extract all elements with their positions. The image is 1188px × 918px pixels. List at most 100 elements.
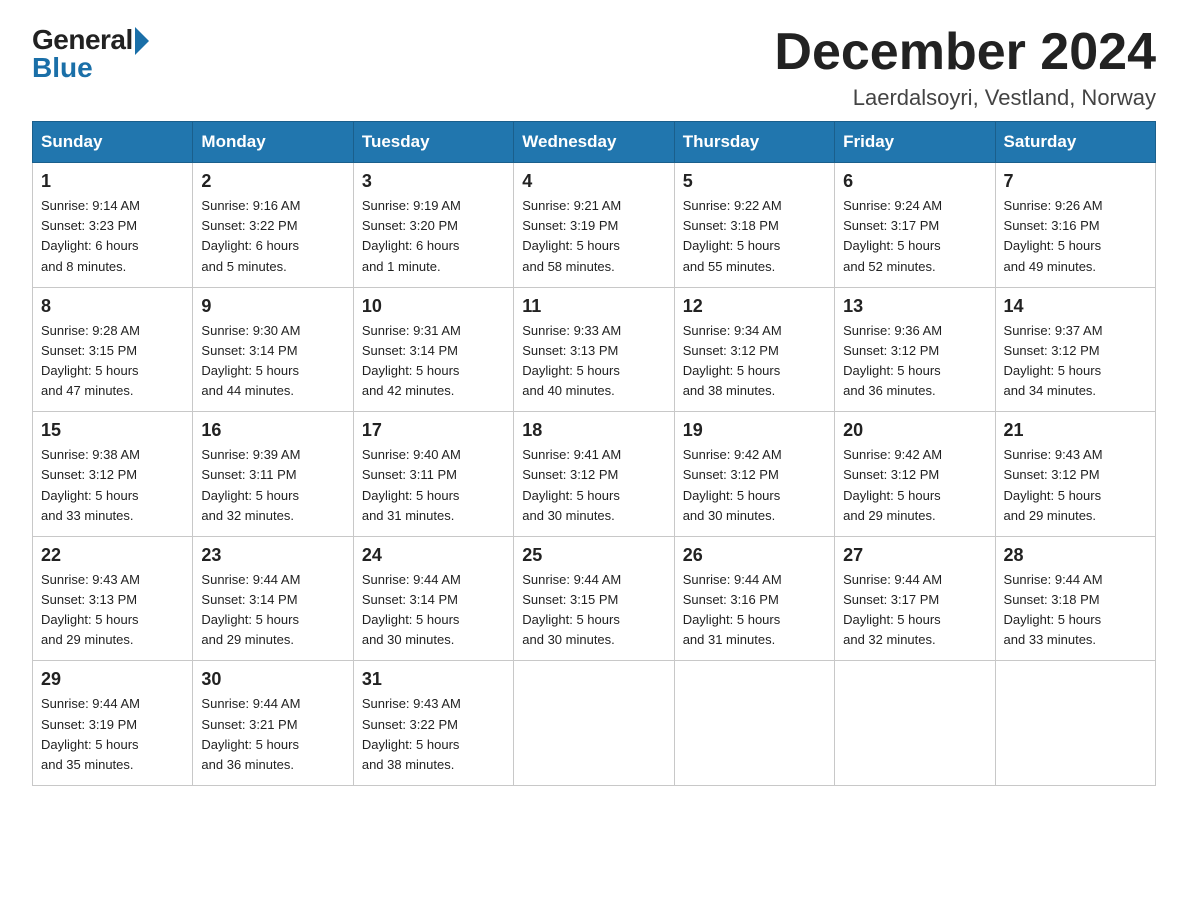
title-block: December 2024 Laerdalsoyri, Vestland, No… [774, 24, 1156, 111]
calendar-cell: 23 Sunrise: 9:44 AMSunset: 3:14 PMDayligh… [193, 536, 353, 661]
cell-date-number: 6 [843, 171, 986, 192]
cell-date-number: 13 [843, 296, 986, 317]
cell-date-number: 27 [843, 545, 986, 566]
cell-date-number: 14 [1004, 296, 1147, 317]
cell-sun-info: Sunrise: 9:43 AMSunset: 3:22 PMDaylight:… [362, 694, 505, 775]
calendar-cell: 13 Sunrise: 9:36 AMSunset: 3:12 PMDayligh… [835, 287, 995, 412]
calendar-table: SundayMondayTuesdayWednesdayThursdayFrid… [32, 121, 1156, 786]
calendar-cell: 31 Sunrise: 9:43 AMSunset: 3:22 PMDayligh… [353, 661, 513, 786]
cell-date-number: 21 [1004, 420, 1147, 441]
page-header: General Blue December 2024 Laerdalsoyri,… [32, 24, 1156, 111]
cell-sun-info: Sunrise: 9:40 AMSunset: 3:11 PMDaylight:… [362, 445, 505, 526]
cell-date-number: 28 [1004, 545, 1147, 566]
calendar-cell [995, 661, 1155, 786]
calendar-cell: 6 Sunrise: 9:24 AMSunset: 3:17 PMDaylight… [835, 163, 995, 288]
cell-sun-info: Sunrise: 9:21 AMSunset: 3:19 PMDaylight:… [522, 196, 665, 277]
cell-date-number: 15 [41, 420, 184, 441]
calendar-cell: 17 Sunrise: 9:40 AMSunset: 3:11 PMDayligh… [353, 412, 513, 537]
cell-date-number: 23 [201, 545, 344, 566]
calendar-cell [514, 661, 674, 786]
cell-sun-info: Sunrise: 9:22 AMSunset: 3:18 PMDaylight:… [683, 196, 826, 277]
cell-date-number: 4 [522, 171, 665, 192]
calendar-cell: 11 Sunrise: 9:33 AMSunset: 3:13 PMDayligh… [514, 287, 674, 412]
calendar-week-1: 1 Sunrise: 9:14 AMSunset: 3:23 PMDaylight… [33, 163, 1156, 288]
cell-date-number: 29 [41, 669, 184, 690]
cell-sun-info: Sunrise: 9:38 AMSunset: 3:12 PMDaylight:… [41, 445, 184, 526]
cell-sun-info: Sunrise: 9:16 AMSunset: 3:22 PMDaylight:… [201, 196, 344, 277]
cell-sun-info: Sunrise: 9:44 AMSunset: 3:14 PMDaylight:… [201, 570, 344, 651]
calendar-cell: 8Sunrise: 9:28 AMSunset: 3:15 PMDaylight… [33, 287, 193, 412]
cell-date-number: 25 [522, 545, 665, 566]
calendar-cell: 12Sunrise: 9:34 AMSunset: 3:12 PMDayligh… [674, 287, 834, 412]
cell-sun-info: Sunrise: 9:43 AMSunset: 3:13 PMDaylight:… [41, 570, 184, 651]
cell-sun-info: Sunrise: 9:14 AMSunset: 3:23 PMDaylight:… [41, 196, 184, 277]
calendar-cell: 3 Sunrise: 9:19 AMSunset: 3:20 PMDaylight… [353, 163, 513, 288]
cell-sun-info: Sunrise: 9:44 AMSunset: 3:19 PMDaylight:… [41, 694, 184, 775]
calendar-header-row: SundayMondayTuesdayWednesdayThursdayFrid… [33, 122, 1156, 163]
cell-sun-info: Sunrise: 9:42 AMSunset: 3:12 PMDaylight:… [843, 445, 986, 526]
cell-date-number: 10 [362, 296, 505, 317]
cell-sun-info: Sunrise: 9:36 AMSunset: 3:12 PMDaylight:… [843, 321, 986, 402]
calendar-cell: 28 Sunrise: 9:44 AMSunset: 3:18 PMDayligh… [995, 536, 1155, 661]
calendar-week-3: 15 Sunrise: 9:38 AMSunset: 3:12 PMDayligh… [33, 412, 1156, 537]
cell-date-number: 11 [522, 296, 665, 317]
calendar-cell: 5 Sunrise: 9:22 AMSunset: 3:18 PMDaylight… [674, 163, 834, 288]
calendar-cell [835, 661, 995, 786]
logo-arrow-icon [135, 27, 149, 55]
calendar-cell: 2 Sunrise: 9:16 AMSunset: 3:22 PMDaylight… [193, 163, 353, 288]
cell-date-number: 2 [201, 171, 344, 192]
calendar-cell: 19 Sunrise: 9:42 AMSunset: 3:12 PMDayligh… [674, 412, 834, 537]
cell-sun-info: Sunrise: 9:44 AMSunset: 3:21 PMDaylight:… [201, 694, 344, 775]
calendar-cell: 4 Sunrise: 9:21 AMSunset: 3:19 PMDaylight… [514, 163, 674, 288]
cell-sun-info: Sunrise: 9:24 AMSunset: 3:17 PMDaylight:… [843, 196, 986, 277]
cell-date-number: 16 [201, 420, 344, 441]
calendar-cell: 29 Sunrise: 9:44 AMSunset: 3:19 PMDayligh… [33, 661, 193, 786]
calendar-cell: 26 Sunrise: 9:44 AMSunset: 3:16 PMDayligh… [674, 536, 834, 661]
cell-sun-info: Sunrise: 9:44 AMSunset: 3:18 PMDaylight:… [1004, 570, 1147, 651]
calendar-week-4: 22Sunrise: 9:43 AMSunset: 3:13 PMDayligh… [33, 536, 1156, 661]
cell-date-number: 1 [41, 171, 184, 192]
cell-sun-info: Sunrise: 9:31 AMSunset: 3:14 PMDaylight:… [362, 321, 505, 402]
weekday-header-sunday: Sunday [33, 122, 193, 163]
calendar-cell: 15 Sunrise: 9:38 AMSunset: 3:12 PMDayligh… [33, 412, 193, 537]
calendar-cell: 16Sunrise: 9:39 AMSunset: 3:11 PMDayligh… [193, 412, 353, 537]
weekday-header-saturday: Saturday [995, 122, 1155, 163]
calendar-cell: 25 Sunrise: 9:44 AMSunset: 3:15 PMDayligh… [514, 536, 674, 661]
cell-date-number: 19 [683, 420, 826, 441]
logo-blue-text: Blue [32, 52, 93, 84]
calendar-cell: 9 Sunrise: 9:30 AMSunset: 3:14 PMDaylight… [193, 287, 353, 412]
page-title: December 2024 [774, 24, 1156, 81]
cell-sun-info: Sunrise: 9:44 AMSunset: 3:14 PMDaylight:… [362, 570, 505, 651]
cell-sun-info: Sunrise: 9:26 AMSunset: 3:16 PMDaylight:… [1004, 196, 1147, 277]
cell-date-number: 17 [362, 420, 505, 441]
cell-sun-info: Sunrise: 9:43 AMSunset: 3:12 PMDaylight:… [1004, 445, 1147, 526]
calendar-cell: 7 Sunrise: 9:26 AMSunset: 3:16 PMDaylight… [995, 163, 1155, 288]
cell-date-number: 5 [683, 171, 826, 192]
cell-date-number: 18 [522, 420, 665, 441]
weekday-header-thursday: Thursday [674, 122, 834, 163]
cell-sun-info: Sunrise: 9:33 AMSunset: 3:13 PMDaylight:… [522, 321, 665, 402]
cell-date-number: 30 [201, 669, 344, 690]
calendar-cell: 10 Sunrise: 9:31 AMSunset: 3:14 PMDayligh… [353, 287, 513, 412]
cell-date-number: 24 [362, 545, 505, 566]
cell-date-number: 9 [201, 296, 344, 317]
calendar-cell: 18Sunrise: 9:41 AMSunset: 3:12 PMDayligh… [514, 412, 674, 537]
cell-sun-info: Sunrise: 9:28 AMSunset: 3:15 PMDaylight:… [41, 321, 184, 402]
cell-sun-info: Sunrise: 9:34 AMSunset: 3:12 PMDaylight:… [683, 321, 826, 402]
calendar-cell: 22Sunrise: 9:43 AMSunset: 3:13 PMDayligh… [33, 536, 193, 661]
weekday-header-wednesday: Wednesday [514, 122, 674, 163]
calendar-cell: 24 Sunrise: 9:44 AMSunset: 3:14 PMDayligh… [353, 536, 513, 661]
cell-sun-info: Sunrise: 9:44 AMSunset: 3:15 PMDaylight:… [522, 570, 665, 651]
cell-sun-info: Sunrise: 9:30 AMSunset: 3:14 PMDaylight:… [201, 321, 344, 402]
weekday-header-monday: Monday [193, 122, 353, 163]
calendar-cell: 27Sunrise: 9:44 AMSunset: 3:17 PMDayligh… [835, 536, 995, 661]
cell-sun-info: Sunrise: 9:37 AMSunset: 3:12 PMDaylight:… [1004, 321, 1147, 402]
cell-date-number: 26 [683, 545, 826, 566]
calendar-cell: 14 Sunrise: 9:37 AMSunset: 3:12 PMDayligh… [995, 287, 1155, 412]
cell-sun-info: Sunrise: 9:42 AMSunset: 3:12 PMDaylight:… [683, 445, 826, 526]
cell-sun-info: Sunrise: 9:44 AMSunset: 3:16 PMDaylight:… [683, 570, 826, 651]
cell-sun-info: Sunrise: 9:19 AMSunset: 3:20 PMDaylight:… [362, 196, 505, 277]
cell-date-number: 7 [1004, 171, 1147, 192]
cell-date-number: 31 [362, 669, 505, 690]
cell-date-number: 3 [362, 171, 505, 192]
